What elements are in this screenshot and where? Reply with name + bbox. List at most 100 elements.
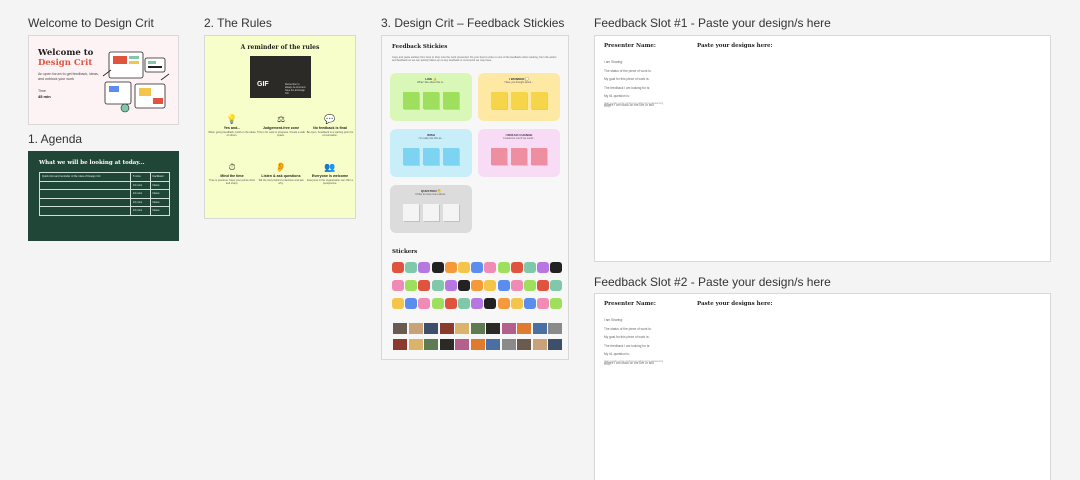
sticker[interactable]	[550, 262, 563, 273]
sticky-cluster[interactable]: I WOULD CHANGE It would be cool if we cou…	[478, 129, 560, 177]
sticker[interactable]	[510, 298, 523, 309]
reaction-gif-thumbnail[interactable]	[424, 323, 438, 334]
sticky-note[interactable]	[423, 148, 439, 165]
sticker[interactable]	[392, 280, 404, 291]
reaction-gif-thumbnail[interactable]	[548, 323, 562, 334]
reaction-gif-thumbnail[interactable]	[517, 323, 531, 334]
sticky-note[interactable]	[403, 148, 419, 165]
reaction-gif-thumbnail[interactable]	[532, 323, 547, 334]
sticker[interactable]	[471, 280, 484, 291]
sticker[interactable]	[458, 280, 470, 291]
sticky-note[interactable]	[531, 148, 547, 165]
reaction-gif-thumbnail[interactable]	[455, 339, 469, 350]
cluster-sub: Have you thought about...	[504, 81, 534, 84]
reaction-gif-thumbnail[interactable]	[470, 339, 485, 350]
sticky-note[interactable]	[403, 204, 419, 221]
sticky-note[interactable]	[423, 204, 439, 221]
sticker[interactable]	[471, 298, 484, 309]
sticker[interactable]	[497, 262, 510, 273]
frame-label-slot-2[interactable]: Feedback Slot #2 - Paste your design/s h…	[594, 275, 831, 289]
sticker[interactable]	[524, 280, 536, 291]
agenda-table: Quick intro and reminder of the rules of…	[39, 172, 170, 216]
sticky-cluster[interactable]: QUESTION 🤔 I'd like to know more about...	[390, 185, 472, 233]
sticker[interactable]	[418, 262, 431, 273]
sticker[interactable]	[458, 298, 470, 309]
sticker[interactable]	[405, 280, 418, 291]
reaction-gif-thumbnail[interactable]	[408, 323, 423, 334]
feedback-slot-1[interactable]: Presenter Name: Paste your designs here:…	[594, 35, 1051, 262]
sticker[interactable]	[431, 280, 444, 291]
sticker[interactable]	[550, 280, 563, 291]
rule-text: Tell the story behind a decision and ask…	[258, 179, 304, 186]
sticker[interactable]	[418, 280, 431, 291]
frame-label-welcome[interactable]: Welcome to Design Crit	[28, 16, 154, 30]
frame-label-rules[interactable]: 2. The Rules	[204, 16, 272, 30]
reaction-gif-thumbnail[interactable]	[439, 323, 454, 334]
rule-text: Be open. Feedback is a starting point fo…	[306, 131, 354, 138]
sticker[interactable]	[537, 298, 550, 309]
sticker[interactable]	[484, 280, 497, 291]
reaction-gif-thumbnail[interactable]	[532, 339, 547, 350]
reaction-gif-thumbnail[interactable]	[439, 339, 454, 350]
sticky-note[interactable]	[423, 92, 439, 109]
reaction-gif-thumbnail[interactable]	[501, 339, 516, 350]
reaction-gif-thumbnail[interactable]	[501, 323, 516, 334]
sticky-cluster[interactable]: I WONDER 💭 Have you thought about...	[478, 73, 560, 121]
clock-icon: ⏱	[228, 162, 236, 172]
sticker[interactable]	[510, 280, 523, 291]
sticker[interactable]	[524, 298, 536, 309]
sticker[interactable]	[550, 298, 563, 309]
sticky-note[interactable]	[511, 148, 527, 165]
reaction-gif-thumbnail[interactable]	[548, 339, 562, 350]
rules-gif[interactable]: GIF Remember to always be kind and have …	[250, 56, 311, 98]
sticker[interactable]	[458, 262, 470, 273]
sticker[interactable]	[497, 298, 510, 309]
welcome-frame[interactable]: Welcome to Design Crit An open forum to …	[28, 35, 179, 125]
sticker[interactable]	[497, 280, 510, 291]
reaction-gif-thumbnail[interactable]	[470, 323, 485, 334]
frame-label-agenda[interactable]: 1. Agenda	[28, 132, 82, 146]
sticker[interactable]	[418, 298, 431, 309]
reaction-gif-thumbnail[interactable]	[517, 339, 531, 350]
reaction-gif-thumbnail[interactable]	[424, 339, 438, 350]
sticky-note[interactable]	[491, 148, 507, 165]
sticker[interactable]	[431, 298, 444, 309]
frame-label-slot-1[interactable]: Feedback Slot #1 - Paste your design/s h…	[594, 16, 831, 30]
reaction-gif-thumbnail[interactable]	[486, 339, 500, 350]
sticky-note[interactable]	[531, 92, 547, 109]
sticker[interactable]	[510, 262, 523, 273]
feedback-slot-2[interactable]: Presenter Name: Paste your designs here:…	[594, 293, 1051, 480]
sticky-note[interactable]	[443, 92, 459, 109]
sticker[interactable]	[484, 298, 497, 309]
sticky-note[interactable]	[491, 92, 507, 109]
frame-label-stickies[interactable]: 3. Design Crit – Feedback Stickies	[381, 16, 564, 30]
sticker[interactable]	[444, 298, 457, 309]
sticker[interactable]	[431, 262, 444, 273]
sticky-note[interactable]	[403, 92, 419, 109]
sticker[interactable]	[405, 262, 418, 273]
sticker[interactable]	[444, 280, 457, 291]
welcome-description: An open forum to get feedback, ideas, an…	[38, 72, 99, 81]
sticky-note[interactable]	[443, 204, 459, 221]
sticky-cluster[interactable]: WISH I'm really into this as...	[390, 129, 472, 177]
reaction-gif-thumbnail[interactable]	[486, 323, 500, 334]
sticker[interactable]	[405, 298, 418, 309]
sticker[interactable]	[537, 280, 550, 291]
sticker[interactable]	[524, 262, 536, 273]
sticker[interactable]	[471, 262, 484, 273]
stickies-frame[interactable]: Feedback Stickies Copy and paste stickie…	[381, 35, 569, 360]
sticker[interactable]	[484, 262, 497, 273]
reaction-gif-thumbnail[interactable]	[408, 339, 423, 350]
sticker[interactable]	[444, 262, 457, 273]
reaction-gif-thumbnail[interactable]	[393, 339, 407, 350]
sticker[interactable]	[392, 298, 404, 309]
sticky-note[interactable]	[443, 148, 459, 165]
reaction-gif-thumbnail[interactable]	[455, 323, 469, 334]
sticker[interactable]	[392, 262, 404, 273]
reaction-gif-thumbnail[interactable]	[393, 323, 407, 334]
sticker[interactable]	[537, 262, 550, 273]
agenda-frame[interactable]: What we will be looking at today... Quic…	[28, 151, 179, 241]
rules-frame[interactable]: A reminder of the rules GIF Remember to …	[204, 35, 356, 219]
sticky-note[interactable]	[511, 92, 527, 109]
sticky-cluster[interactable]: LIKE 👍 What I like about this is...	[390, 73, 472, 121]
